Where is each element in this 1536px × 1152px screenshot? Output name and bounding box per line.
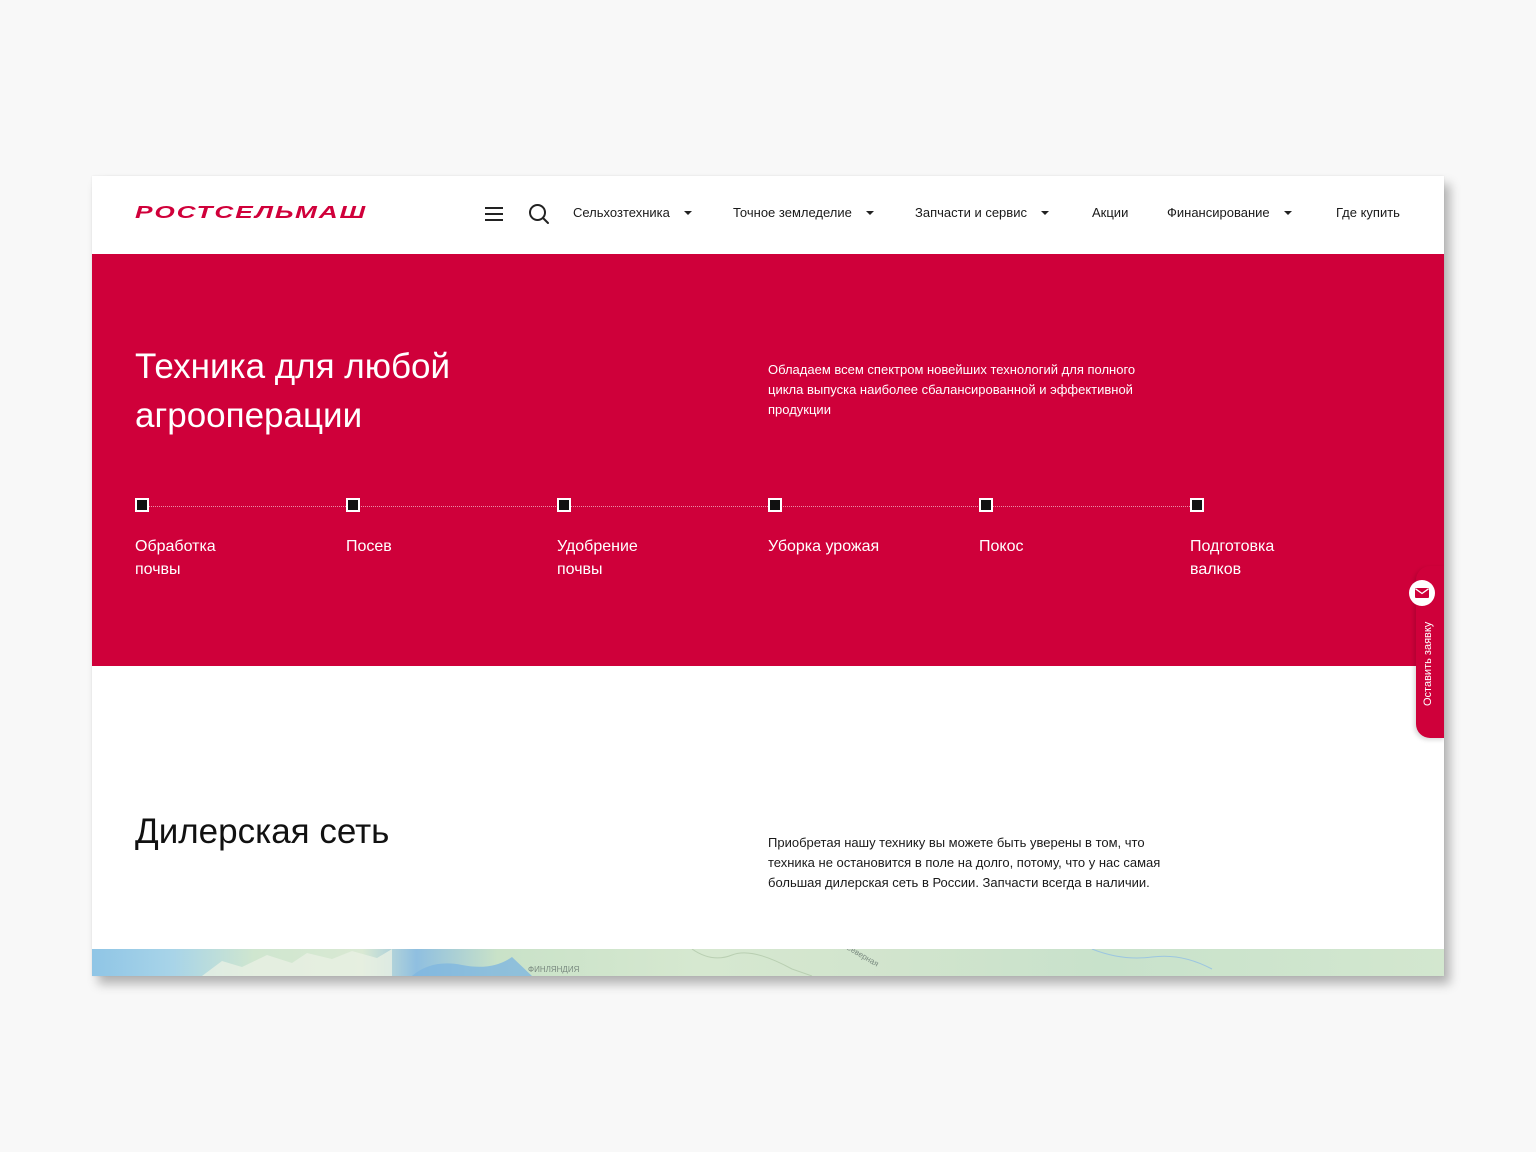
map-label: ФИНЛЯНДИЯ xyxy=(528,965,580,974)
site-header: РОСТСЕЛЬМАШ Сельхозтехника Точное землед… xyxy=(92,176,1444,254)
nav-item-label: Запчасти и сервис xyxy=(915,205,1027,220)
stage-label: Покос xyxy=(979,538,1024,555)
stage-windrow-prep[interactable]: Подготовка валков xyxy=(1190,498,1370,581)
hero-section: Техника для любой агрооперации Обладаем … xyxy=(92,254,1444,666)
stage-label: Подготовка валков xyxy=(1190,538,1275,578)
stage-marker xyxy=(979,498,993,512)
chevron-down-icon xyxy=(683,210,692,215)
nav-item-financing[interactable]: Финансирование xyxy=(1167,205,1292,220)
nav-item-label: Где купить xyxy=(1336,205,1400,220)
stage-sowing[interactable]: Посев xyxy=(346,498,526,558)
chevron-down-icon xyxy=(865,210,874,215)
leave-request-label: Оставить заявку xyxy=(1422,621,1434,706)
stage-marker xyxy=(557,498,571,512)
dealer-section-description: Приобретая нашу технику вы можете быть у… xyxy=(768,835,1161,890)
hero-description: Обладаем всем спектром новейших технолог… xyxy=(768,362,1136,417)
hamburger-menu-icon[interactable] xyxy=(485,207,503,221)
stage-label: Удобрение почвы xyxy=(557,538,638,578)
stage-label: Посев xyxy=(346,538,392,555)
page-frame: РОСТСЕЛЬМАШ Сельхозтехника Точное землед… xyxy=(92,176,1444,976)
nav-item-label: Точное земледелие xyxy=(733,205,852,220)
logo[interactable]: РОСТСЕЛЬМАШ xyxy=(135,203,367,223)
stage-soil-tillage[interactable]: Обработка почвы xyxy=(135,498,315,581)
stage-marker xyxy=(768,498,782,512)
map-terrain xyxy=(202,949,1213,976)
nav-item-label: Акции xyxy=(1092,205,1129,220)
stage-fertilizing[interactable]: Удобрение почвы xyxy=(557,498,737,581)
stage-harvesting[interactable]: Уборка урожая xyxy=(768,498,948,558)
leave-request-tab[interactable]: Оставить заявку xyxy=(1409,566,1444,738)
stage-marker xyxy=(346,498,360,512)
nav-item-precision-farming[interactable]: Точное земледелие xyxy=(733,205,874,220)
stage-label: Обработка почвы xyxy=(135,538,216,578)
stage-mowing[interactable]: Покос xyxy=(979,498,1159,558)
nav-item-where-to-buy[interactable]: Где купить xyxy=(1336,205,1400,220)
dealer-map[interactable]: ФИНЛЯНДИЯ Северная xyxy=(92,949,1444,976)
nav-item-label: Финансирование xyxy=(1167,205,1270,220)
stage-label: Уборка урожая xyxy=(768,538,880,555)
hero-title: Техника для любой агрооперации xyxy=(135,347,451,435)
stage-marker xyxy=(1190,498,1204,512)
nav-item-label: Сельхозтехника xyxy=(573,205,670,220)
chevron-down-icon xyxy=(1040,210,1049,215)
chevron-down-icon xyxy=(1283,210,1292,215)
dealer-section-title: Дилерская сеть xyxy=(135,812,390,851)
search-icon[interactable] xyxy=(528,203,550,225)
nav-item-agri-machinery[interactable]: Сельхозтехника xyxy=(573,205,692,220)
nav-item-parts-service[interactable]: Запчасти и сервис xyxy=(915,205,1049,220)
nav-item-promotions[interactable]: Акции xyxy=(1092,205,1128,220)
stage-marker xyxy=(135,498,149,512)
